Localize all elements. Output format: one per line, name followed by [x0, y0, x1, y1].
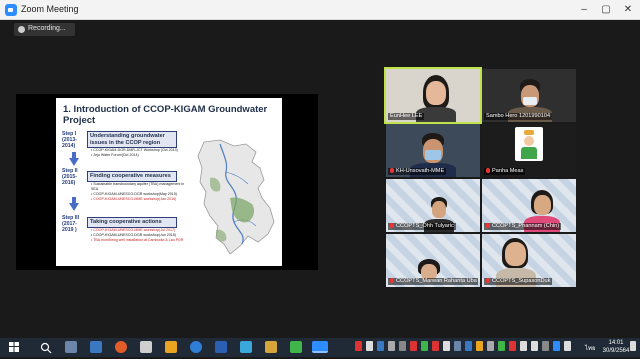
participant-tile[interactable]: Sambo Hero 1201990104 — [482, 69, 576, 122]
step-bullets: • Sustainable transboundary aquifer (TBA… — [91, 182, 191, 202]
tray-icon[interactable] — [443, 341, 450, 351]
cloud-record-icon — [18, 26, 25, 33]
clock-time: 14:01 — [608, 340, 624, 346]
avatar — [515, 127, 543, 161]
step-heading: Taking cooperative actions — [87, 217, 177, 228]
bullet: • Jeju Water Forum(Oct 2014) — [91, 153, 139, 157]
tray-icon[interactable] — [399, 341, 406, 351]
cloud-icon[interactable] — [553, 341, 560, 351]
wifi-icon[interactable] — [520, 341, 527, 351]
file-explorer-icon[interactable] — [165, 341, 177, 353]
windows-start-icon[interactable] — [8, 341, 20, 353]
step-heading: Finding cooperative measures — [87, 171, 177, 182]
close-button[interactable]: ✕ — [619, 2, 637, 18]
video-face — [426, 81, 446, 105]
tray-icon[interactable] — [355, 341, 362, 351]
mic-muted-icon — [486, 278, 490, 283]
step-bullets: • COOP-KIGAM-UNESCO-MME workshop(Jul 201… — [91, 228, 191, 243]
participant-tile[interactable]: CCOPTS_Marwan Rahanta Uba — [386, 234, 480, 287]
participant-tile[interactable]: CCOPTS_Phannam (Chin) — [482, 179, 576, 232]
participant-name: KH-Unsovath-MME — [388, 168, 447, 175]
line-icon[interactable] — [290, 341, 302, 353]
tray-icon[interactable] — [454, 341, 461, 351]
photos-icon[interactable] — [240, 341, 252, 353]
recording-label: Recording... — [28, 25, 66, 32]
bullet: • Sustainable transboundary aquifer (TBA… — [91, 182, 185, 191]
bullet: • TBA monitoring well installation at Ca… — [91, 238, 184, 242]
title-bar: Zoom Meeting – ▢ ✕ — [0, 0, 640, 20]
mic-muted-icon — [486, 223, 490, 228]
chrome-icon[interactable] — [115, 341, 127, 353]
tray-icon[interactable] — [377, 341, 384, 351]
mic-muted-icon — [390, 223, 394, 228]
tray-icon[interactable] — [487, 341, 494, 351]
participant-tile[interactable]: CCOPTS_Ohh Tulyaric — [386, 179, 480, 232]
face-mask — [523, 97, 537, 105]
store-icon[interactable] — [140, 341, 152, 353]
tray-icon[interactable] — [366, 341, 373, 351]
recording-indicator[interactable]: Recording... — [14, 23, 75, 36]
folder-icon[interactable] — [265, 341, 277, 353]
participant-tile[interactable]: KH-Unsovath-MME — [386, 124, 480, 177]
participant-name: CCOPTS_SupasonDuk — [484, 278, 553, 285]
window-title: Zoom Meeting — [21, 4, 79, 14]
step-label: Step II (2015- 2016) — [62, 168, 78, 186]
windows-taskbar: ไทย 14:01 30/9/2564 — [0, 338, 640, 357]
battery-icon[interactable] — [542, 341, 549, 351]
participant-tile[interactable]: EunHee LEE — [384, 67, 482, 124]
step-heading: Understanding groundwater issues in the … — [87, 131, 177, 148]
step-label: Step I (2013- 2014) — [62, 131, 77, 149]
participant-name: EunHee LEE — [388, 113, 425, 120]
task-view-icon[interactable] — [65, 341, 77, 353]
search-icon[interactable] — [40, 341, 52, 354]
word-icon[interactable] — [215, 341, 227, 353]
volume-icon[interactable] — [531, 341, 538, 351]
onedrive-icon[interactable] — [564, 341, 571, 351]
taskbar-clock[interactable]: 14:01 30/9/2564 — [601, 339, 631, 355]
mic-muted-icon — [390, 168, 394, 173]
arrow-down-icon — [69, 158, 79, 166]
slide-title: 1. Introduction of CCOP-KIGAM Groundwate… — [63, 104, 268, 126]
tray-icon[interactable] — [388, 341, 395, 351]
bullet: • COOP-KIGAM-UNESCO-MME workshop(Jan 201… — [91, 197, 177, 201]
maximize-button[interactable]: ▢ — [597, 2, 615, 18]
mekong-region-map — [190, 138, 282, 262]
outlook-icon[interactable] — [90, 341, 102, 353]
language-indicator[interactable]: ไทย — [585, 343, 596, 353]
tray-icon[interactable] — [509, 341, 516, 351]
mic-muted-icon — [486, 168, 490, 173]
presentation-slide: 1. Introduction of CCOP-KIGAM Groundwate… — [56, 98, 282, 266]
clock-date: 30/9/2564 — [602, 348, 630, 354]
tray-icon[interactable] — [476, 341, 483, 351]
participant-name: CCOPTS_Phannam (Chin) — [484, 223, 562, 230]
participant-tile[interactable]: CCOPTS_SupasonDuk — [482, 234, 576, 287]
step-bullets: • CCOP-KIGAM-DGR-DMR-JCT Workshop (Oct 2… — [91, 148, 191, 158]
participant-name: CCOPTS_Marwan Rahanta Uba — [388, 278, 478, 285]
face-mask — [425, 150, 441, 160]
zoom-icon — [5, 4, 17, 16]
notification-icon[interactable] — [630, 341, 636, 351]
tray-icon[interactable] — [465, 341, 472, 351]
arrow-down-icon — [69, 203, 79, 211]
shared-screen[interactable]: 1. Introduction of CCOP-KIGAM Groundwate… — [16, 94, 318, 270]
participant-name: Sambo Hero 1201990104 — [484, 113, 553, 120]
tray-icon[interactable] — [410, 341, 417, 351]
participant-tile[interactable]: Panha Meas — [482, 124, 576, 177]
zoom-taskbar-icon[interactable] — [312, 341, 328, 353]
zoom-window: Zoom Meeting – ▢ ✕ Recording... 1. Intro… — [0, 0, 640, 357]
video-face — [534, 195, 551, 215]
tray-icon[interactable] — [498, 341, 505, 351]
video-face — [432, 201, 446, 218]
minimize-button[interactable]: – — [575, 2, 593, 18]
edge-icon[interactable] — [190, 341, 202, 353]
participant-name: CCOPTS_Ohh Tulyaric — [388, 223, 456, 230]
mic-muted-icon — [390, 278, 394, 283]
participant-name: Panha Meas — [484, 168, 526, 175]
video-face — [505, 242, 526, 266]
tray-icon[interactable] — [421, 341, 428, 351]
step-label: Step III (2017- 2019 ) — [62, 215, 80, 233]
tray-icon[interactable] — [432, 341, 439, 351]
